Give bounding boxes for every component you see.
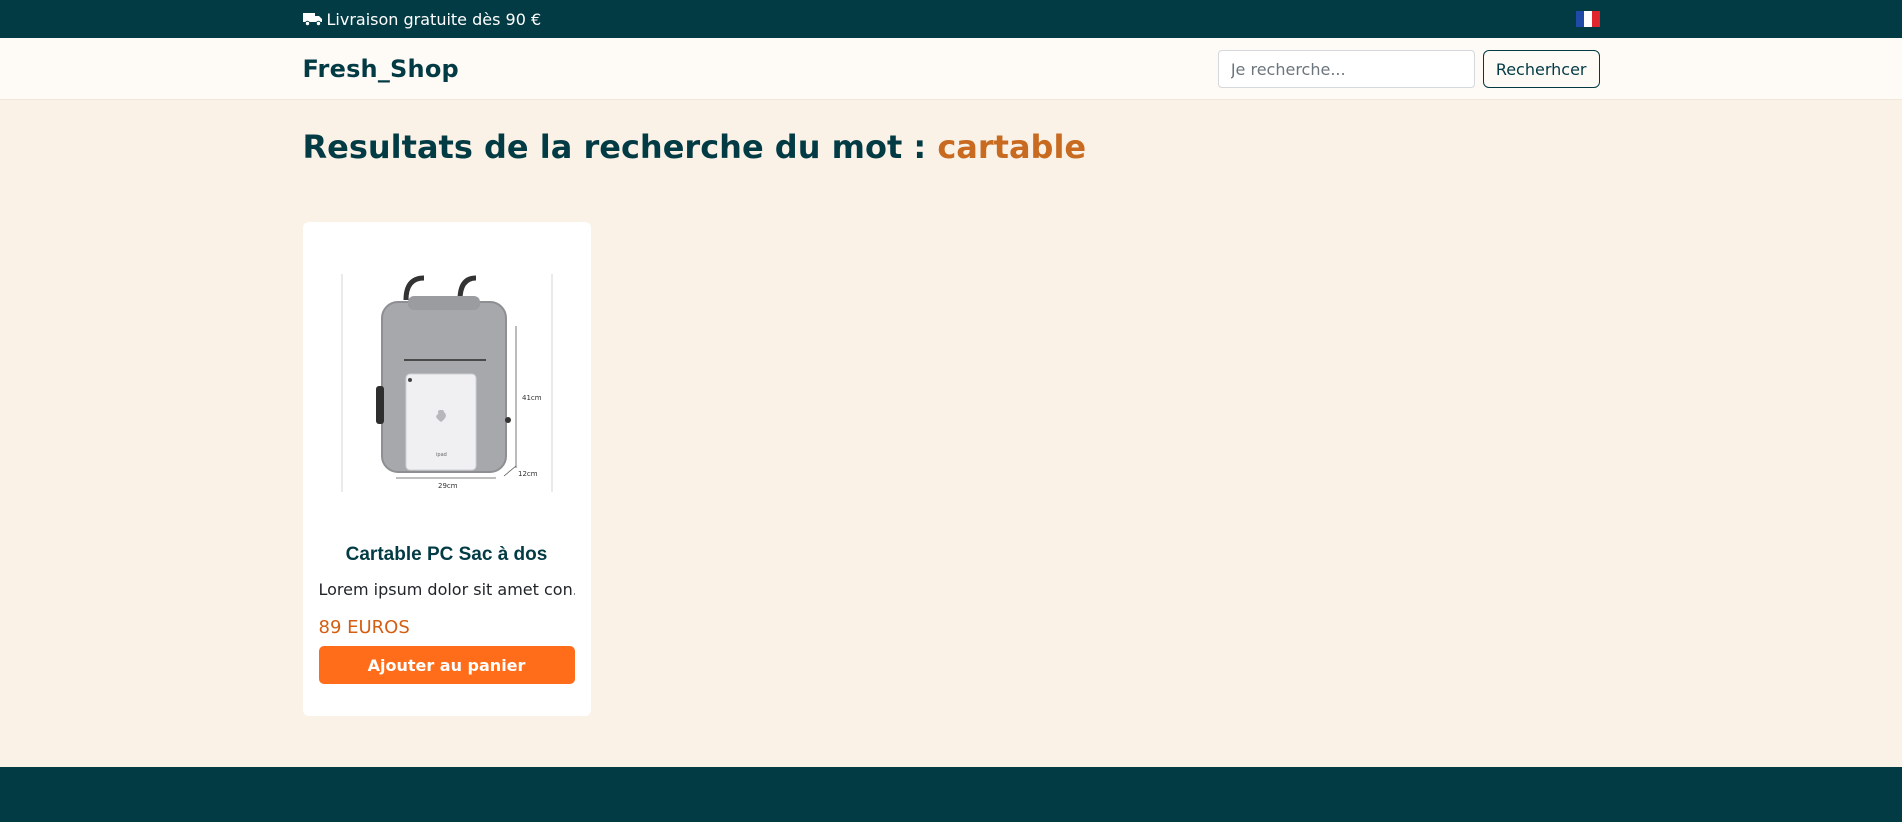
backpack-height-label: 41cm bbox=[522, 394, 542, 402]
search-input[interactable] bbox=[1217, 50, 1475, 88]
product-description: Lorem ipsum dolor sit amet con... bbox=[318, 580, 575, 600]
site-footer bbox=[0, 767, 1902, 822]
main-content: Resultats de la recherche du mot : carta… bbox=[0, 100, 1902, 717]
product-grid: 41cm 29cm 12cm ipad Cartable PC Sac à do… bbox=[302, 222, 1600, 717]
search-button[interactable]: Recherhcer bbox=[1482, 50, 1600, 88]
brand-logo[interactable]: Fresh_Shop bbox=[303, 55, 459, 83]
add-to-cart-button[interactable]: Ajouter au panier bbox=[318, 646, 575, 685]
product-title[interactable]: Cartable PC Sac à dos bbox=[319, 544, 575, 566]
free-shipping-banner: Livraison gratuite dès 90 € bbox=[302, 9, 542, 29]
product-image[interactable]: 41cm 29cm 12cm ipad bbox=[319, 238, 575, 528]
search-form: Recherhcer bbox=[1217, 50, 1600, 88]
results-title-prefix: Resultats de la recherche du mot : bbox=[302, 128, 927, 166]
france-flag-icon[interactable] bbox=[1575, 11, 1600, 27]
search-keyword: cartable bbox=[937, 128, 1087, 166]
product-price: 89 EUROS bbox=[318, 617, 410, 639]
free-shipping-text: Livraison gratuite dès 90 € bbox=[326, 9, 542, 29]
product-card: 41cm 29cm 12cm ipad Cartable PC Sac à do… bbox=[302, 222, 591, 717]
tablet-label: ipad bbox=[436, 452, 447, 458]
site-header: Fresh_Shop Recherhcer bbox=[0, 38, 1902, 100]
backpack-depth-label: 12cm bbox=[518, 470, 538, 478]
top-bar: Livraison gratuite dès 90 € bbox=[0, 0, 1902, 38]
results-title: Resultats de la recherche du mot : carta… bbox=[303, 128, 1600, 166]
truck-icon bbox=[302, 11, 323, 27]
backpack-width-label: 29cm bbox=[438, 482, 458, 490]
